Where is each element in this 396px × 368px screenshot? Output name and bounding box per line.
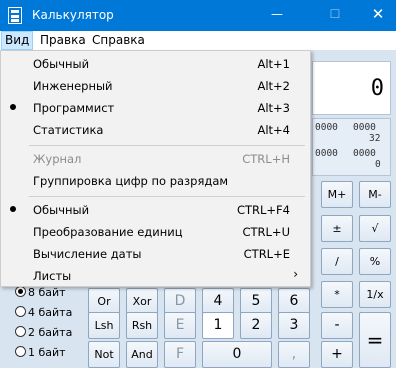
hex-e-button[interactable]: E (164, 312, 196, 339)
equals-button[interactable]: = (359, 312, 391, 368)
radio-label: 4 байта (28, 306, 73, 319)
minimize-button[interactable]: — (254, 0, 300, 31)
digit-4-button[interactable]: 4 (202, 288, 234, 315)
radio-label: 8 байт (28, 286, 66, 299)
digit-5-button[interactable]: 5 (240, 288, 272, 315)
add-button[interactable]: + (321, 341, 353, 368)
radio-dot[interactable] (15, 306, 26, 317)
menu-item-standard[interactable]: Обычный Alt+1 (1, 53, 310, 75)
menu-item-unit-conversion[interactable]: Преобразование единиц CTRL+U (1, 221, 310, 243)
menu-separator (29, 145, 305, 146)
not-button[interactable]: Not (88, 341, 120, 368)
menu-item-statistics[interactable]: Статистика Alt+4 (1, 119, 310, 141)
menu-item-scientific[interactable]: Инженерный Alt+2 (1, 75, 310, 97)
radio-2-bytes[interactable]: 2 байта (15, 326, 72, 339)
submenu-arrow-icon: › (293, 267, 298, 281)
subtract-button[interactable]: - (321, 312, 353, 339)
hex-f-button[interactable]: F (164, 341, 196, 368)
bit-group: 0000 (315, 122, 338, 133)
menu-item-label: Преобразование единиц (33, 225, 183, 239)
selected-bullet-icon (10, 206, 16, 212)
menu-item-shortcut: CTRL+E (243, 247, 290, 261)
menu-item-shortcut: Alt+1 (257, 57, 290, 71)
and-button[interactable]: And (126, 341, 158, 368)
menu-item-label: Журнал (33, 152, 82, 166)
view-menu-dropdown: Обычный Alt+1 Инженерный Alt+2 Программи… (0, 50, 311, 287)
bit-group: 0000 (315, 148, 338, 159)
menu-item-programmer[interactable]: Программист Alt+3 (1, 97, 310, 119)
left-shift-button[interactable]: Lsh (88, 312, 120, 339)
negate-button[interactable]: ± (321, 215, 353, 242)
menu-item-shortcut: CTRL+U (242, 225, 290, 239)
menu-item-label: Обычный (33, 57, 90, 71)
radio-label: 1 байт (28, 346, 66, 359)
digit-3-button[interactable]: 3 (278, 312, 310, 339)
decimal-button[interactable]: , (278, 341, 310, 368)
menu-item-history[interactable]: Журнал CTRL+H (1, 148, 310, 170)
xor-button[interactable]: Xor (126, 288, 158, 315)
result-display: 0 (312, 61, 391, 115)
maximize-button[interactable]: ☐ (312, 0, 358, 31)
multiply-button[interactable]: * (321, 281, 353, 308)
menu-item-label: Инженерный (33, 79, 113, 93)
radio-dot[interactable] (15, 286, 26, 297)
close-button[interactable]: ✕ (360, 0, 396, 31)
menu-item-shortcut: CTRL+F4 (236, 203, 290, 217)
digit-2-button[interactable]: 2 (240, 312, 272, 339)
menu-help[interactable]: Справка (89, 31, 148, 50)
bit-panel: 0000 0000 32 0000 0000 0 (312, 118, 391, 176)
menu-item-basic[interactable]: Обычный CTRL+F4 (1, 199, 310, 221)
radio-1-byte[interactable]: 1 байт (15, 346, 66, 359)
digit-6-button[interactable]: 6 (278, 288, 310, 315)
menu-item-shortcut: Alt+2 (257, 79, 290, 93)
menu-item-digit-grouping[interactable]: Группировка цифр по разрядам (1, 170, 310, 192)
or-button[interactable]: Or (88, 288, 120, 315)
radio-dot[interactable] (15, 326, 26, 337)
menu-item-date-calculation[interactable]: Вычисление даты CTRL+E (1, 243, 310, 265)
menu-item-worksheets[interactable]: Листы › (1, 265, 310, 287)
menu-item-shortcut: Alt+4 (257, 123, 290, 137)
bit-group: 0000 (353, 122, 376, 133)
digit-0-button[interactable]: 0 (202, 341, 272, 368)
divide-button[interactable]: / (321, 248, 353, 275)
menu-item-shortcut: CTRL+H (242, 152, 290, 166)
radio-4-bytes[interactable]: 4 байта (15, 306, 72, 319)
hex-d-button[interactable]: D (164, 288, 196, 315)
square-root-button[interactable]: √ (359, 215, 391, 242)
title-bar: Калькулятор — ☐ ✕ (0, 0, 396, 31)
digit-1-button[interactable]: 1 (202, 312, 234, 339)
reciprocal-button[interactable]: 1/x (359, 281, 391, 308)
menu-item-label: Вычисление даты (33, 247, 142, 261)
menu-item-label: Обычный (33, 203, 90, 217)
display-value: 0 (370, 76, 384, 101)
menu-bar: Вид Правка Справка (0, 31, 396, 50)
menu-item-label: Статистика (33, 123, 104, 137)
calculator-app-icon (8, 7, 22, 24)
memory-subtract-button[interactable]: M- (359, 181, 391, 208)
menu-item-label: Программист (33, 101, 115, 115)
radio-8-bytes[interactable]: 8 байт (15, 286, 66, 299)
bit-group: 0000 (353, 148, 376, 159)
menu-separator (29, 196, 305, 197)
bit-position-label: 0 (375, 159, 381, 170)
menu-edit[interactable]: Правка (37, 31, 89, 50)
percent-button[interactable]: % (359, 248, 391, 275)
selected-bullet-icon (10, 104, 16, 110)
menu-item-label: Листы (33, 269, 72, 283)
menu-item-shortcut: Alt+3 (257, 101, 290, 115)
window-title: Калькулятор (32, 8, 114, 22)
right-shift-button[interactable]: Rsh (126, 312, 158, 339)
radio-label: 2 байта (28, 326, 73, 339)
menu-item-label: Группировка цифр по разрядам (33, 174, 229, 188)
radio-dot[interactable] (15, 346, 26, 357)
bit-position-label: 32 (369, 133, 381, 144)
memory-add-button[interactable]: M+ (321, 181, 353, 208)
word-size-group: 8 байт 4 байта 2 байта 1 байт (9, 280, 84, 364)
menu-view[interactable]: Вид (1, 31, 34, 50)
